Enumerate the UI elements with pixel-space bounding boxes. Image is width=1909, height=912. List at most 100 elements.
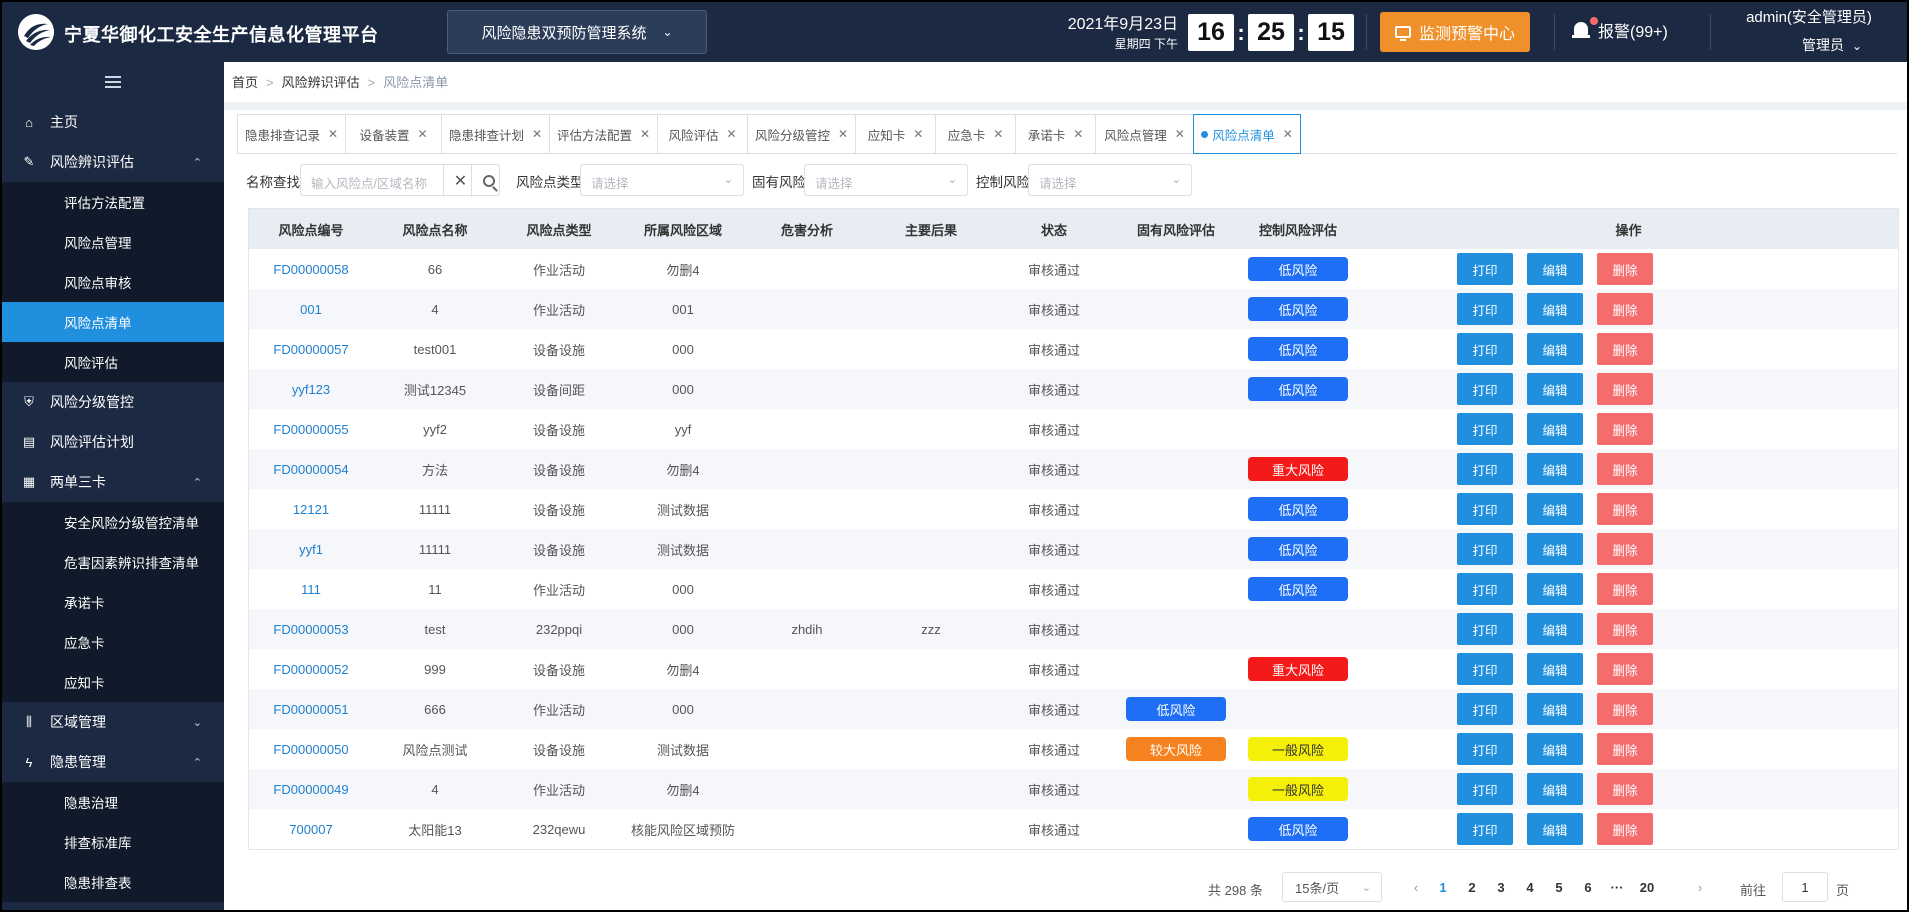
edit-button[interactable]: 编辑 [1527, 333, 1583, 365]
print-button[interactable]: 打印 [1457, 253, 1513, 285]
print-button[interactable]: 打印 [1457, 373, 1513, 405]
page-number[interactable]: 6 [1573, 872, 1603, 902]
risk-point-code-link[interactable]: FD00000055 [249, 409, 373, 449]
delete-button[interactable]: 删除 [1597, 413, 1653, 445]
page-ellipsis[interactable]: ··· [1602, 872, 1632, 902]
risk-point-code-link[interactable]: yyf1 [249, 529, 373, 569]
delete-button[interactable]: 删除 [1597, 773, 1653, 805]
next-page-icon[interactable]: › [1688, 872, 1712, 902]
sidebar-item[interactable]: 危害因素辨识排查清单 [2, 542, 224, 582]
sidebar-item[interactable]: 风险点管理 [2, 222, 224, 262]
page-number[interactable]: 4 [1515, 872, 1545, 902]
tab[interactable]: 风险点清单 ✕ [1193, 114, 1301, 154]
print-button[interactable]: 打印 [1457, 613, 1513, 645]
type-select[interactable]: 请选择 ⌄ [580, 164, 744, 196]
delete-button[interactable]: 删除 [1597, 533, 1653, 565]
system-select[interactable]: 风险隐患双预防管理系统 ⌄ [447, 10, 707, 54]
risk-point-code-link[interactable]: FD00000049 [249, 769, 373, 809]
close-icon[interactable]: ✕ [1283, 127, 1293, 141]
tab[interactable]: 评估方法配置 ✕ [549, 114, 657, 154]
sidebar-item[interactable]: 应知卡 [2, 662, 224, 702]
sidebar-item[interactable]: 承诺卡 [2, 582, 224, 622]
goto-page-input[interactable]: 1 [1782, 872, 1828, 902]
tab[interactable]: 风险评估 ✕ [657, 114, 747, 154]
sidebar-item[interactable]: 风险评估 [2, 342, 224, 382]
monitor-center-button[interactable]: 监测预警中心 [1380, 12, 1530, 52]
edit-button[interactable]: 编辑 [1527, 413, 1583, 445]
risk-point-code-link[interactable]: 001 [249, 289, 373, 329]
tab[interactable]: 风险分级管控 ✕ [747, 114, 855, 154]
print-button[interactable]: 打印 [1457, 653, 1513, 685]
page-number[interactable]: 20 [1632, 872, 1662, 902]
page-number[interactable]: 2 [1457, 872, 1487, 902]
edit-button[interactable]: 编辑 [1527, 253, 1583, 285]
edit-button[interactable]: 编辑 [1527, 293, 1583, 325]
sidebar-item[interactable]: ⫼ 区域管理 ⌄ [2, 702, 224, 742]
sidebar-item[interactable]: 风险点清单 [2, 302, 224, 342]
sidebar-item[interactable]: 排查标准库 [2, 822, 224, 862]
print-button[interactable]: 打印 [1457, 333, 1513, 365]
page-number[interactable]: 3 [1486, 872, 1516, 902]
delete-button[interactable]: 删除 [1597, 373, 1653, 405]
edit-button[interactable]: 编辑 [1527, 613, 1583, 645]
risk-point-code-link[interactable]: 12121 [249, 489, 373, 529]
tab[interactable]: 隐患排查记录 ✕ [237, 114, 345, 154]
risk-point-code-link[interactable]: FD00000052 [249, 649, 373, 689]
print-button[interactable]: 打印 [1457, 573, 1513, 605]
edit-button[interactable]: 编辑 [1527, 573, 1583, 605]
risk-point-code-link[interactable]: 700007 [249, 809, 373, 849]
edit-button[interactable]: 编辑 [1527, 813, 1583, 845]
edit-button[interactable]: 编辑 [1527, 733, 1583, 765]
sidebar-item[interactable]: ▦ 两单三卡 ⌃ [2, 462, 224, 502]
delete-button[interactable]: 删除 [1597, 453, 1653, 485]
edit-button[interactable]: 编辑 [1527, 773, 1583, 805]
control-risk-select[interactable]: 请选择 ⌄ [1028, 164, 1192, 196]
breadcrumb-home[interactable]: 首页 [232, 75, 258, 90]
name-search-input[interactable]: 输入风险点/区域名称 ✕ [300, 164, 500, 197]
risk-point-code-link[interactable]: FD00000054 [249, 449, 373, 489]
page-size-select[interactable]: 15条/页 ⌄ [1282, 872, 1382, 902]
close-icon[interactable]: ✕ [1073, 127, 1083, 141]
prev-page-icon[interactable]: ‹ [1404, 872, 1428, 902]
print-button[interactable]: 打印 [1457, 453, 1513, 485]
user-menu[interactable]: admin(安全管理员) 管理员 ⌄ [1724, 6, 1894, 55]
edit-button[interactable]: 编辑 [1527, 693, 1583, 725]
risk-point-code-link[interactable]: FD00000057 [249, 329, 373, 369]
print-button[interactable]: 打印 [1457, 293, 1513, 325]
print-button[interactable]: 打印 [1457, 413, 1513, 445]
delete-button[interactable]: 删除 [1597, 613, 1653, 645]
tab[interactable]: 承诺卡 ✕ [1015, 114, 1095, 154]
sidebar-item[interactable]: 安全风险分级管控清单 [2, 502, 224, 542]
sidebar-item[interactable]: ⛨ 风险分级管控 [2, 382, 224, 422]
edit-button[interactable]: 编辑 [1527, 493, 1583, 525]
sidebar-item[interactable]: 应急卡 [2, 622, 224, 662]
edit-button[interactable]: 编辑 [1527, 533, 1583, 565]
print-button[interactable]: 打印 [1457, 773, 1513, 805]
print-button[interactable]: 打印 [1457, 733, 1513, 765]
print-button[interactable]: 打印 [1457, 493, 1513, 525]
delete-button[interactable]: 删除 [1597, 253, 1653, 285]
sidebar-item[interactable]: 评估方法配置 [2, 182, 224, 222]
close-icon[interactable]: ✕ [993, 127, 1003, 141]
delete-button[interactable]: 删除 [1597, 493, 1653, 525]
menu-toggle-icon[interactable] [105, 76, 121, 88]
close-icon[interactable]: ✕ [726, 127, 736, 141]
tab[interactable]: 风险点管理 ✕ [1095, 114, 1193, 154]
sidebar-item[interactable]: 风险点审核 [2, 262, 224, 302]
risk-point-code-link[interactable]: yyf123 [249, 369, 373, 409]
print-button[interactable]: 打印 [1457, 533, 1513, 565]
tab[interactable]: 应急卡 ✕ [935, 114, 1015, 154]
sidebar-item[interactable]: ϟ 隐患管理 ⌃ [2, 742, 224, 782]
tab[interactable]: 设备装置 ✕ [345, 114, 441, 154]
edit-button[interactable]: 编辑 [1527, 453, 1583, 485]
inherent-risk-select[interactable]: 请选择 ⌄ [804, 164, 968, 196]
delete-button[interactable]: 删除 [1597, 293, 1653, 325]
breadcrumb-section[interactable]: 风险辨识评估 [282, 75, 360, 90]
alarm-button[interactable]: 报警(99+) [1572, 17, 1668, 42]
sidebar-item[interactable]: 隐患排查表 [2, 862, 224, 902]
sidebar-item[interactable]: ✎ 风险辨识评估 ⌃ [2, 142, 224, 182]
risk-point-code-link[interactable]: 111 [249, 569, 373, 609]
close-icon[interactable]: ✕ [417, 127, 427, 141]
print-button[interactable]: 打印 [1457, 813, 1513, 845]
sidebar-item[interactable]: ⌂ 主页 [2, 102, 224, 142]
